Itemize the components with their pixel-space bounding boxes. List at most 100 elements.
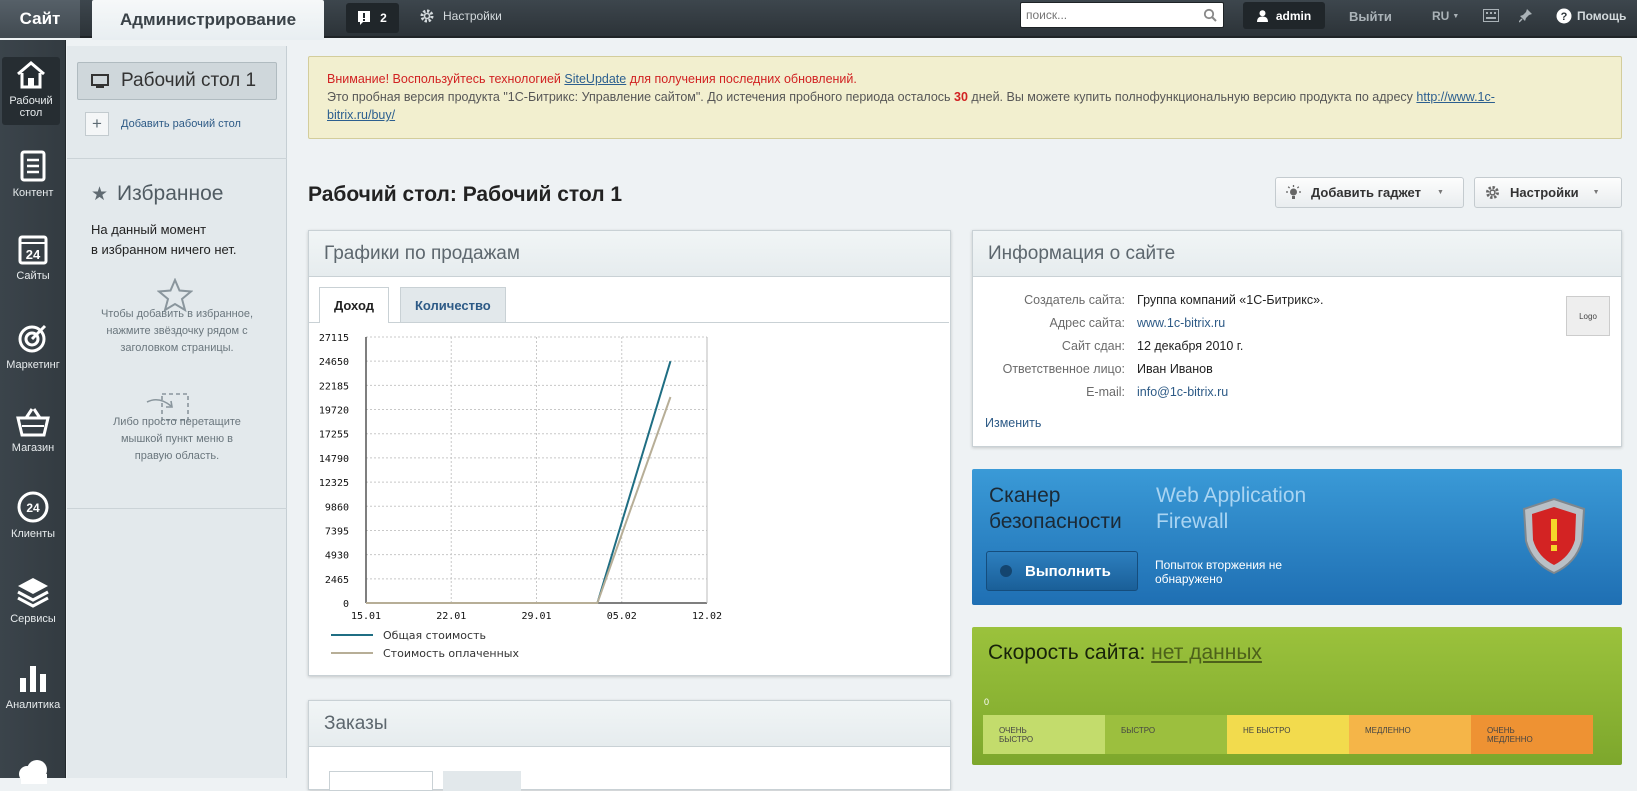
waf-title: Web Application Firewall	[1156, 483, 1306, 535]
pin-icon[interactable]	[1519, 8, 1533, 23]
nav-clients[interactable]: 24 Клиенты	[0, 491, 66, 540]
settings-link[interactable]: Настройки	[420, 0, 502, 32]
orders-panel: Заказы	[308, 700, 951, 791]
nav-label: Аналитика	[5, 699, 61, 711]
y-tick-label: 17255	[319, 430, 349, 441]
nav-analytics[interactable]: Аналитика	[0, 662, 66, 711]
nav-sites[interactable]: 24 Сайты	[0, 235, 66, 282]
nav-services[interactable]: Сервисы	[0, 576, 66, 625]
hint-line: Либо просто перетащите	[113, 416, 241, 428]
add-gadget-button[interactable]: Добавить гаджет ▼	[1275, 177, 1464, 208]
settings-label: Настройки	[1510, 185, 1579, 200]
hint-line: мышкой пункт меню в	[120, 433, 233, 445]
notifications-button[interactable]: 2	[346, 3, 399, 33]
admin-tab[interactable]: Администрирование	[92, 0, 324, 40]
logout-link[interactable]: Выйти	[1349, 0, 1392, 32]
y-tick-label: 22185	[319, 381, 349, 392]
speed-scale-label: МЕДЛЕННО	[1365, 726, 1411, 735]
favorites-empty-line: в избранном ничего нет.	[91, 242, 237, 257]
desktop-settings-button[interactable]: Настройки ▼	[1474, 177, 1622, 208]
scanner-title: Сканер безопасности	[989, 483, 1122, 535]
page-title: Рабочий стол: Рабочий стол 1	[308, 183, 623, 206]
star-icon: ★	[91, 183, 109, 205]
site-tab[interactable]: Сайт	[0, 0, 80, 38]
user-button[interactable]: admin	[1243, 2, 1325, 29]
speed-value-link[interactable]: нет данных	[1151, 641, 1262, 664]
search-input[interactable]	[1021, 3, 1191, 27]
y-tick-label: 19720	[319, 406, 349, 417]
scanner-title-line: Сканер	[989, 484, 1061, 507]
chevron-down-icon: ▼	[1436, 189, 1444, 196]
buy-link[interactable]: http://www.1c-	[1416, 90, 1495, 104]
y-tick-label: 14790	[319, 454, 349, 465]
favorites-star-hint: Чтобы добавить в избранное, нажмите звёз…	[77, 306, 277, 357]
monitor-icon	[91, 73, 109, 88]
add-desktop-link[interactable]: + Добавить рабочий стол	[85, 112, 241, 136]
user-name: admin	[1275, 8, 1312, 23]
nav-label: Контент	[12, 187, 54, 199]
notification-count: 2	[380, 11, 387, 25]
waf-title-line: Firewall	[1156, 510, 1229, 533]
desktop-button[interactable]: Рабочий стол 1	[77, 62, 277, 100]
speed-scale-segment: МЕДЛЕННО	[1349, 715, 1471, 754]
tab-income[interactable]: Доход	[319, 287, 389, 323]
speed-scale-label: МЕДЛЕННО	[1487, 735, 1533, 744]
legend-label: Общая стоимость	[383, 629, 486, 642]
site-info-link[interactable]: www.1c-bitrix.ru	[1137, 316, 1225, 330]
site-info-title[interactable]: Информация о сайте	[973, 231, 1621, 277]
site-info-row: Сайт сдан: 12 декабря 2010 г.	[973, 339, 1613, 357]
buy-link[interactable]: bitrix.ru/buy/	[327, 108, 395, 122]
add-gadget-label: Добавить гаджет	[1311, 185, 1421, 200]
help-link[interactable]: ? Помощь	[1556, 0, 1626, 32]
lightbulb-icon	[1286, 185, 1301, 199]
nav-marketing[interactable]: Маркетинг	[0, 322, 66, 371]
orders-title[interactable]: Заказы	[309, 701, 950, 747]
tab-quantity[interactable]: Количество	[399, 287, 506, 322]
legend-label: Стоимость оплаченных	[383, 647, 519, 660]
svg-text:24: 24	[26, 247, 41, 262]
search-icon[interactable]	[1203, 8, 1217, 22]
site-speed-widget: Скорость сайта: нет данных 0 ОЧЕНЬ БЫСТРО…	[972, 627, 1622, 765]
y-tick-label: 12325	[319, 478, 349, 489]
chart-tabs: Доход Количество	[319, 287, 506, 323]
site-info-panel: Информация о сайте Создатель сайта: Групп…	[972, 230, 1622, 447]
help-icon: ?	[1556, 8, 1572, 24]
gear-icon	[420, 9, 434, 23]
sales-chart-panel: Графики по продажам Доход Количество 0 24…	[308, 230, 951, 676]
user-icon	[1256, 9, 1268, 22]
favorites-empty-text: На данный момент в избранном ничего нет.	[91, 220, 236, 260]
nav-label: Маркетинг	[6, 359, 60, 371]
siteupdate-link[interactable]: SiteUpdate	[564, 72, 626, 86]
site-info-value: Группа компаний «1С-Битрикс».	[1137, 293, 1324, 307]
security-scanner-widget: Сканер безопасности Web Application Fire…	[972, 469, 1622, 605]
nav-content[interactable]: Контент	[0, 150, 66, 199]
run-scan-button[interactable]: Выполнить	[986, 551, 1138, 591]
nav-cloud[interactable]	[0, 760, 66, 789]
sales-line-chart: 0 2465 4930 7395 9860 12325 14790 17255 19720 221…	[319, 333, 722, 660]
favorites-title: ★ Избранное	[91, 182, 223, 206]
nav-desktop[interactable]: Рабочий стол	[2, 57, 60, 125]
speed-title-label: Скорость сайта:	[988, 641, 1146, 664]
bar-chart-icon	[20, 666, 46, 692]
y-tick-label: 7395	[325, 526, 349, 537]
language-label: RU	[1432, 9, 1450, 23]
nav-label: Сайты	[16, 270, 50, 282]
x-tick-label: 22.01	[436, 611, 466, 622]
orders-tab[interactable]	[329, 771, 433, 791]
svg-text:?: ?	[1561, 11, 1568, 23]
orders-tab[interactable]	[443, 771, 521, 791]
nav-shop[interactable]: Магазин	[0, 407, 66, 454]
top-bar: Сайт Администрирование 2 Настройки admin…	[0, 0, 1637, 40]
keyboard-icon[interactable]	[1483, 9, 1499, 22]
speed-scale-label: ОЧЕНЬ	[1487, 726, 1515, 735]
language-select[interactable]: RU ▼	[1432, 0, 1459, 32]
site-info-link[interactable]: info@1c-bitrix.ru	[1137, 385, 1228, 399]
edit-link[interactable]: Изменить	[985, 416, 1041, 430]
hint-line: правую область.	[134, 450, 220, 462]
nav-label: Сервисы	[10, 613, 56, 625]
site-info-value: Иван Иванов	[1137, 362, 1213, 376]
sales-chart-title[interactable]: Графики по продажам	[309, 231, 950, 277]
site-info-key: Создатель сайта:	[1024, 293, 1125, 307]
site-info-key: E-mail:	[1086, 385, 1125, 399]
hint-line: заголовком страницы.	[120, 342, 234, 354]
